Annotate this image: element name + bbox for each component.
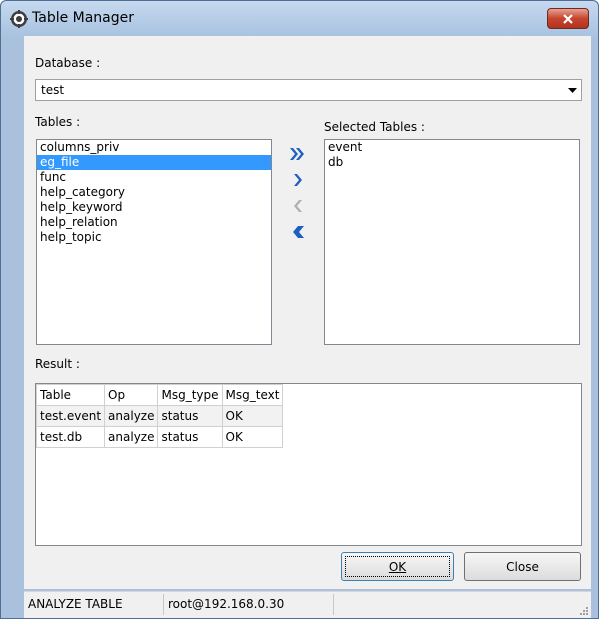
- table-list-item[interactable]: help_relation: [37, 215, 271, 230]
- tables-label: Tables :: [35, 115, 81, 129]
- database-label: Database :: [35, 56, 101, 70]
- tables-list[interactable]: columns_priv eg_file func help_category help…: [36, 139, 272, 345]
- window-close-button[interactable]: [547, 8, 589, 29]
- result-cell: status: [157, 426, 223, 448]
- table-list-item[interactable]: help_topic: [37, 230, 271, 245]
- database-select[interactable]: test: [35, 79, 582, 101]
- chevron-right-icon: [294, 174, 302, 186]
- title-bar[interactable]: Table Manager: [1, 1, 598, 37]
- result-cell: OK: [221, 426, 284, 448]
- result-cell: OK: [221, 405, 284, 427]
- table-row[interactable]: test.db analyze status OK: [35, 426, 284, 448]
- selected-table-list-item[interactable]: db: [325, 155, 579, 170]
- window-title: Table Manager: [32, 10, 135, 26]
- add-button[interactable]: [290, 172, 306, 188]
- remove-all-button[interactable]: [289, 224, 305, 240]
- table-list-item[interactable]: columns_priv: [37, 140, 271, 155]
- close-button-label: Close: [506, 559, 539, 574]
- result-cell: analyze: [104, 405, 159, 427]
- ok-button[interactable]: OK: [341, 552, 454, 581]
- chevron-down-icon[interactable]: [563, 80, 581, 100]
- table-list-item[interactable]: help_category: [37, 185, 271, 200]
- table-row[interactable]: test.event analyze status OK: [35, 405, 284, 427]
- status-bar: ANALYZE TABLE root@192.168.0.30: [24, 591, 591, 618]
- result-table: Table Op Msg_type Msg_text test.event analyz…: [35, 384, 284, 448]
- result-cell: test.event: [35, 405, 106, 427]
- status-connection: root@192.168.0.30: [164, 594, 334, 615]
- selected-tables-list[interactable]: event db: [324, 139, 580, 345]
- remove-button[interactable]: [290, 198, 306, 214]
- gear-icon: [10, 10, 28, 28]
- result-cell: status: [157, 405, 223, 427]
- table-list-item[interactable]: eg_file: [37, 155, 271, 170]
- close-button[interactable]: Close: [464, 552, 581, 581]
- result-cell: test.db: [35, 426, 106, 448]
- result-cell: analyze: [104, 426, 159, 448]
- status-command: ANALYZE TABLE: [24, 594, 164, 615]
- result-column-header[interactable]: Msg_text: [221, 384, 284, 406]
- add-all-button[interactable]: [289, 146, 305, 162]
- close-icon: [563, 13, 573, 24]
- table-list-item[interactable]: func: [37, 170, 271, 185]
- database-select-value: test: [41, 83, 65, 97]
- resize-grip-icon[interactable]: [578, 605, 588, 615]
- double-chevron-right-icon: [290, 148, 304, 160]
- table-list-item[interactable]: help_keyword: [37, 200, 271, 215]
- result-column-header[interactable]: Table: [35, 384, 106, 406]
- result-column-header[interactable]: Op: [104, 384, 159, 406]
- result-column-header[interactable]: Msg_type: [157, 384, 223, 406]
- chevron-left-icon: [294, 200, 302, 212]
- result-grid[interactable]: Table Op Msg_type Msg_text test.event analyz…: [35, 383, 582, 546]
- double-chevron-left-icon: [293, 226, 304, 238]
- selected-table-list-item[interactable]: event: [325, 140, 579, 155]
- result-label: Result :: [35, 357, 80, 371]
- selected-tables-label: Selected Tables :: [324, 120, 425, 134]
